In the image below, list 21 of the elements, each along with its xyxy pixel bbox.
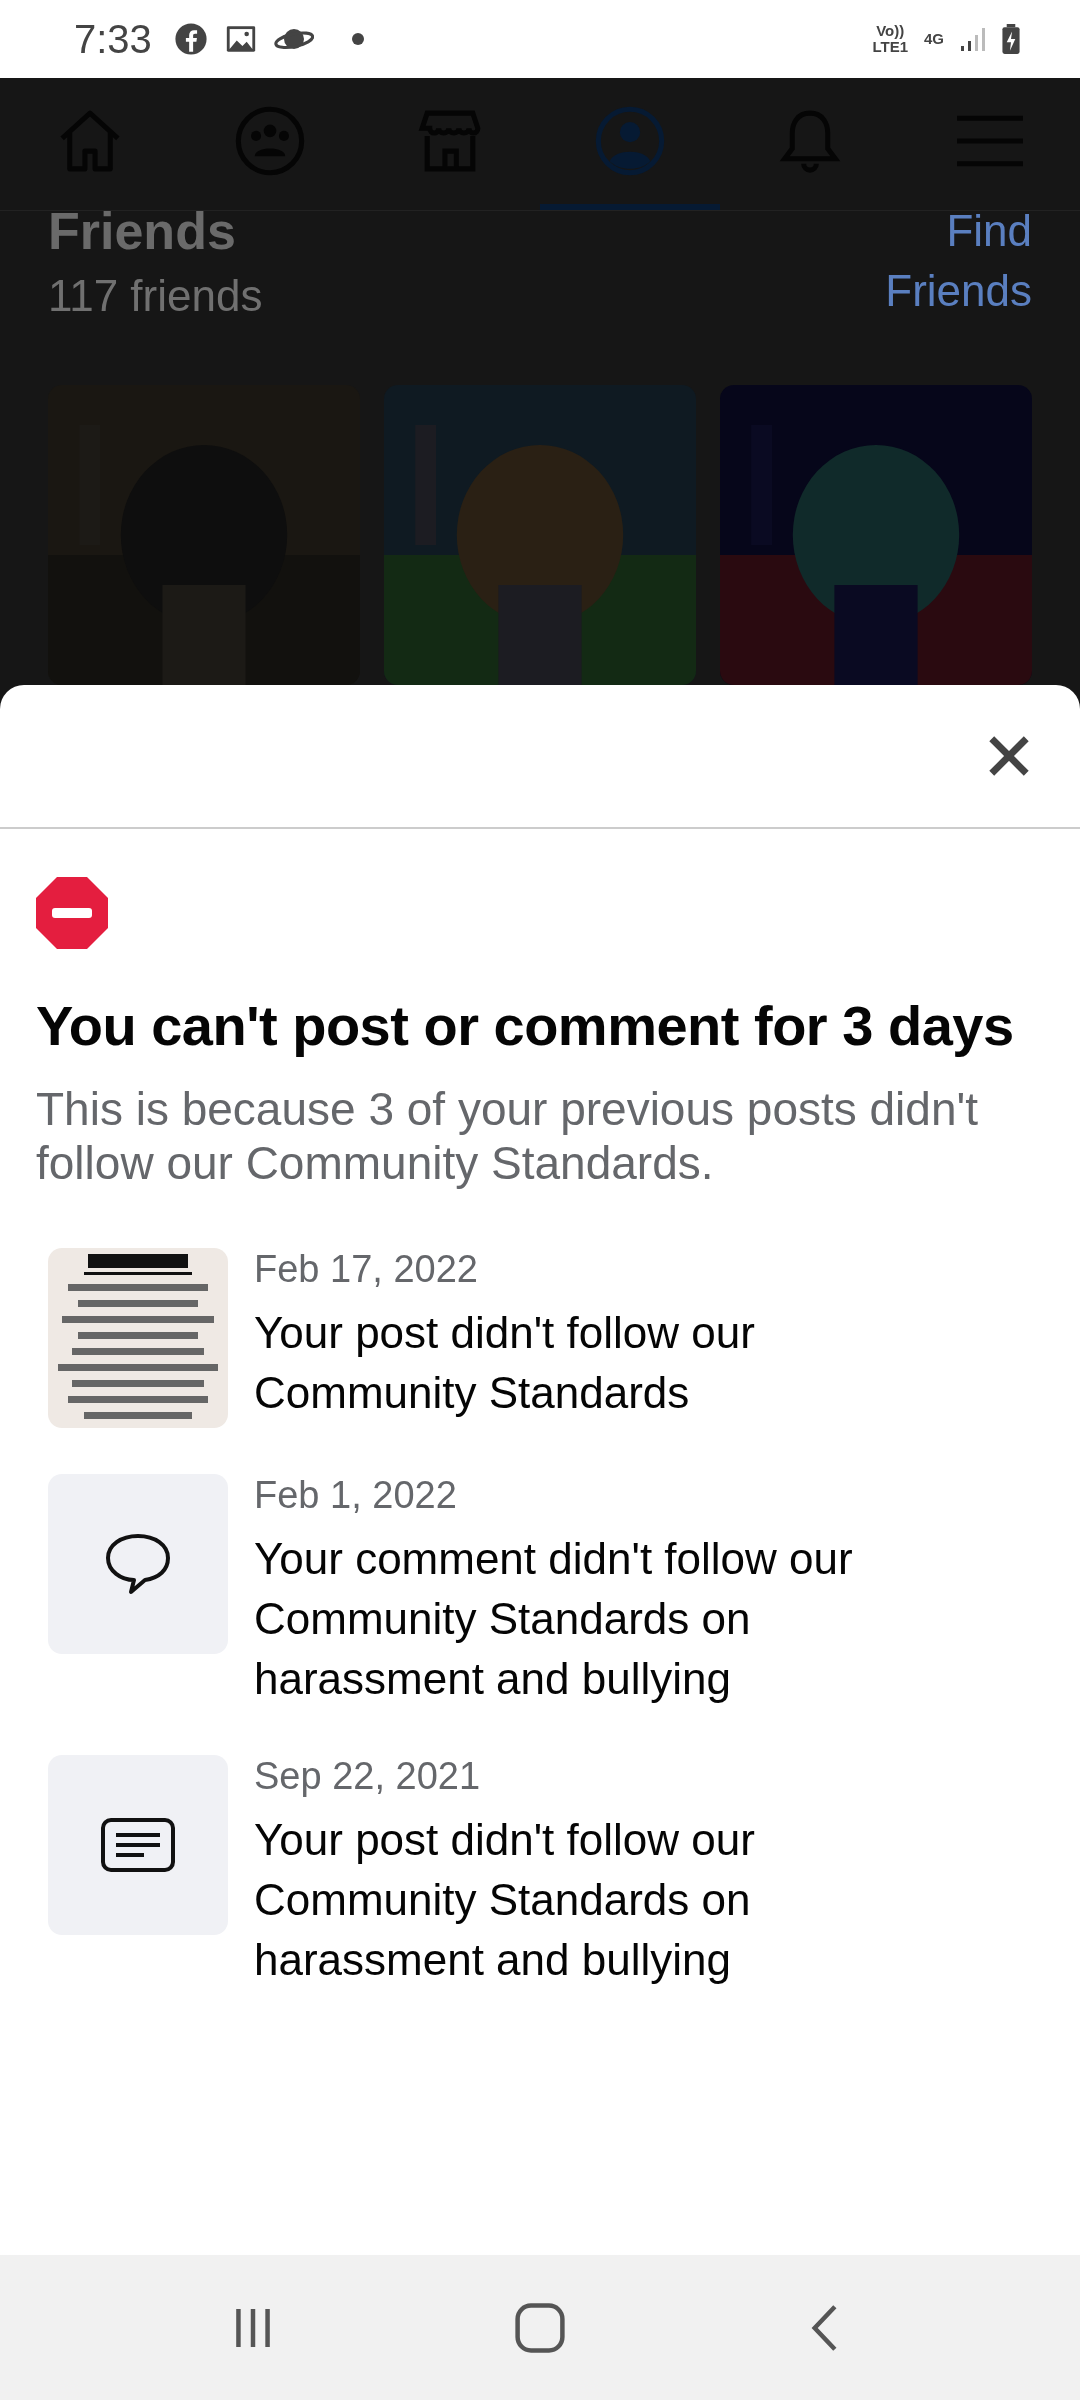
item-date: Feb 1, 2022 bbox=[254, 1474, 458, 1517]
signal-icon bbox=[960, 26, 986, 52]
stop-sign-icon bbox=[36, 877, 108, 949]
network-indicator: 4G bbox=[924, 31, 944, 47]
item-description: Your post didn't follow our Community Standards bbox=[254, 1307, 756, 1419]
item-description: Your comment didn't follow our Community Standards on harassment and bullying bbox=[254, 1533, 854, 1705]
friend-count: 117 friends bbox=[48, 271, 263, 322]
app-notification-icon bbox=[173, 22, 208, 56]
item-date: Sep 22, 2021 bbox=[254, 1755, 482, 1798]
sheet-subtitle: This is because 3 of your previous posts didn't follow our Community Standards. bbox=[36, 1082, 980, 1190]
battery-charging-icon bbox=[1002, 24, 1020, 54]
status-time: 7:33 bbox=[74, 16, 152, 62]
section-title: Friends bbox=[48, 201, 237, 262]
find-friends-link[interactable]: Find Friends bbox=[842, 201, 1032, 385]
volte-indicator: Vo)) LTE1 bbox=[872, 23, 908, 55]
item-date: Feb 17, 2022 bbox=[254, 1248, 479, 1291]
post-icon bbox=[48, 1755, 228, 1935]
item-description: Your post didn't follow our Community Standards on harassment and bullying bbox=[254, 1814, 756, 1986]
sheet-heading: You can't post or comment for 3 days bbox=[36, 993, 1015, 1058]
comment-icon bbox=[48, 1474, 228, 1654]
notification-dot-icon bbox=[351, 33, 364, 45]
